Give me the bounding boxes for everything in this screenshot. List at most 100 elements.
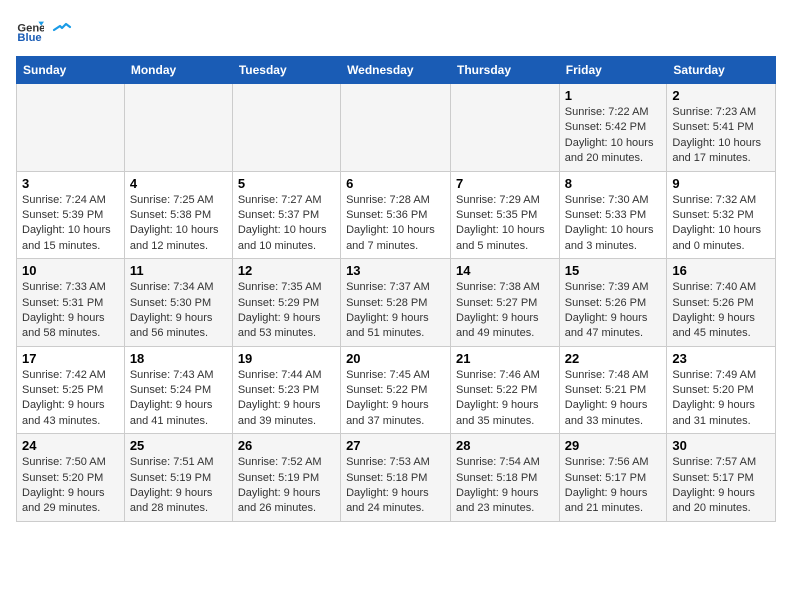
week-row-2: 3Sunrise: 7:24 AMSunset: 5:39 PMDaylight… bbox=[17, 171, 776, 259]
day-number: 28 bbox=[456, 438, 554, 453]
day-info: Sunrise: 7:56 AMSunset: 5:17 PMDaylight:… bbox=[565, 455, 662, 517]
calendar-cell: 6 Sunrise: 7:28 AMSunset: 5:36 PMDaylight… bbox=[341, 171, 451, 259]
header-wednesday: Wednesday bbox=[341, 57, 451, 84]
calendar-cell: 3Sunrise: 7:24 AMSunset: 5:39 PMDaylight… bbox=[17, 171, 125, 259]
calendar-cell bbox=[17, 84, 125, 172]
header-tuesday: Tuesday bbox=[232, 57, 340, 84]
day-number: 8 bbox=[565, 176, 662, 191]
day-number: 26 bbox=[238, 438, 335, 453]
day-info: Sunrise: 7:54 AMSunset: 5:18 PMDaylight:… bbox=[456, 455, 554, 517]
week-row-1: 1 Sunrise: 7:22 AMSunset: 5:42 PMDaylight… bbox=[17, 84, 776, 172]
header-monday: Monday bbox=[124, 57, 232, 84]
svg-text:Blue: Blue bbox=[17, 32, 41, 44]
calendar-cell bbox=[341, 84, 451, 172]
day-number: 18 bbox=[130, 351, 227, 366]
week-row-4: 17 Sunrise: 7:42 AMSunset: 5:25 PMDayligh… bbox=[17, 346, 776, 434]
day-number: 13 bbox=[346, 263, 445, 278]
day-number: 24 bbox=[22, 438, 119, 453]
calendar-cell: 1 Sunrise: 7:22 AMSunset: 5:42 PMDaylight… bbox=[559, 84, 667, 172]
day-info: Sunrise: 7:49 AMSunset: 5:20 PMDaylight:… bbox=[672, 368, 770, 430]
day-info: Sunrise: 7:23 AMSunset: 5:41 PMDaylight:… bbox=[672, 105, 770, 167]
day-number: 17 bbox=[22, 351, 119, 366]
calendar-cell: 29 Sunrise: 7:56 AMSunset: 5:17 PMDayligh… bbox=[559, 434, 667, 522]
calendar-cell: 4Sunrise: 7:25 AMSunset: 5:38 PMDaylight… bbox=[124, 171, 232, 259]
day-info: Sunrise: 7:39 AMSunset: 5:26 PMDaylight:… bbox=[565, 280, 662, 342]
day-info: Sunrise: 7:37 AMSunset: 5:28 PMDaylight:… bbox=[346, 280, 445, 342]
day-info: Sunrise: 7:33 AMSunset: 5:31 PMDaylight:… bbox=[22, 280, 119, 342]
calendar-cell: 2 Sunrise: 7:23 AMSunset: 5:41 PMDaylight… bbox=[667, 84, 776, 172]
calendar-cell: 20 Sunrise: 7:45 AMSunset: 5:22 PMDayligh… bbox=[341, 346, 451, 434]
calendar-cell bbox=[451, 84, 560, 172]
calendar-cell: 15 Sunrise: 7:39 AMSunset: 5:26 PMDayligh… bbox=[559, 259, 667, 347]
day-number: 1 bbox=[565, 88, 662, 103]
calendar-cell: 26Sunrise: 7:52 AMSunset: 5:19 PMDayligh… bbox=[232, 434, 340, 522]
calendar-header-row: SundayMondayTuesdayWednesdayThursdayFrid… bbox=[17, 57, 776, 84]
calendar-cell: 17 Sunrise: 7:42 AMSunset: 5:25 PMDayligh… bbox=[17, 346, 125, 434]
calendar-cell: 11 Sunrise: 7:34 AMSunset: 5:30 PMDayligh… bbox=[124, 259, 232, 347]
day-number: 15 bbox=[565, 263, 662, 278]
day-number: 11 bbox=[130, 263, 227, 278]
day-info: Sunrise: 7:24 AMSunset: 5:39 PMDaylight:… bbox=[22, 193, 119, 255]
calendar-table: SundayMondayTuesdayWednesdayThursdayFrid… bbox=[16, 56, 776, 522]
calendar-cell: 21Sunrise: 7:46 AMSunset: 5:22 PMDayligh… bbox=[451, 346, 560, 434]
week-row-5: 24Sunrise: 7:50 AMSunset: 5:20 PMDayligh… bbox=[17, 434, 776, 522]
day-number: 6 bbox=[346, 176, 445, 191]
day-number: 20 bbox=[346, 351, 445, 366]
calendar-cell: 8 Sunrise: 7:30 AMSunset: 5:33 PMDaylight… bbox=[559, 171, 667, 259]
header-sunday: Sunday bbox=[17, 57, 125, 84]
calendar-cell: 24Sunrise: 7:50 AMSunset: 5:20 PMDayligh… bbox=[17, 434, 125, 522]
day-info: Sunrise: 7:28 AMSunset: 5:36 PMDaylight:… bbox=[346, 193, 445, 255]
logo: General Blue bbox=[16, 16, 72, 44]
calendar-cell: 23 Sunrise: 7:49 AMSunset: 5:20 PMDayligh… bbox=[667, 346, 776, 434]
day-number: 10 bbox=[22, 263, 119, 278]
calendar-cell: 16 Sunrise: 7:40 AMSunset: 5:26 PMDayligh… bbox=[667, 259, 776, 347]
logo-icon: General Blue bbox=[16, 16, 44, 44]
calendar-cell: 10 Sunrise: 7:33 AMSunset: 5:31 PMDayligh… bbox=[17, 259, 125, 347]
calendar-cell bbox=[232, 84, 340, 172]
day-number: 23 bbox=[672, 351, 770, 366]
header-saturday: Saturday bbox=[667, 57, 776, 84]
day-number: 25 bbox=[130, 438, 227, 453]
day-number: 19 bbox=[238, 351, 335, 366]
day-info: Sunrise: 7:45 AMSunset: 5:22 PMDaylight:… bbox=[346, 368, 445, 430]
calendar-cell: 12 Sunrise: 7:35 AMSunset: 5:29 PMDayligh… bbox=[232, 259, 340, 347]
day-info: Sunrise: 7:44 AMSunset: 5:23 PMDaylight:… bbox=[238, 368, 335, 430]
day-info: Sunrise: 7:43 AMSunset: 5:24 PMDaylight:… bbox=[130, 368, 227, 430]
calendar-cell: 22Sunrise: 7:48 AMSunset: 5:21 PMDayligh… bbox=[559, 346, 667, 434]
page-header: General Blue bbox=[16, 16, 776, 44]
calendar-cell bbox=[124, 84, 232, 172]
calendar-cell: 27Sunrise: 7:53 AMSunset: 5:18 PMDayligh… bbox=[341, 434, 451, 522]
day-number: 12 bbox=[238, 263, 335, 278]
day-number: 7 bbox=[456, 176, 554, 191]
day-number: 29 bbox=[565, 438, 662, 453]
day-info: Sunrise: 7:25 AMSunset: 5:38 PMDaylight:… bbox=[130, 193, 227, 255]
header-thursday: Thursday bbox=[451, 57, 560, 84]
calendar-cell: 19 Sunrise: 7:44 AMSunset: 5:23 PMDayligh… bbox=[232, 346, 340, 434]
calendar-cell: 18 Sunrise: 7:43 AMSunset: 5:24 PMDayligh… bbox=[124, 346, 232, 434]
day-info: Sunrise: 7:29 AMSunset: 5:35 PMDaylight:… bbox=[456, 193, 554, 255]
day-number: 5 bbox=[238, 176, 335, 191]
day-number: 9 bbox=[672, 176, 770, 191]
day-number: 2 bbox=[672, 88, 770, 103]
logo-bird-icon bbox=[52, 20, 72, 40]
day-info: Sunrise: 7:34 AMSunset: 5:30 PMDaylight:… bbox=[130, 280, 227, 342]
day-info: Sunrise: 7:35 AMSunset: 5:29 PMDaylight:… bbox=[238, 280, 335, 342]
day-info: Sunrise: 7:51 AMSunset: 5:19 PMDaylight:… bbox=[130, 455, 227, 517]
calendar-cell: 14 Sunrise: 7:38 AMSunset: 5:27 PMDayligh… bbox=[451, 259, 560, 347]
day-info: Sunrise: 7:22 AMSunset: 5:42 PMDaylight:… bbox=[565, 105, 662, 167]
day-info: Sunrise: 7:38 AMSunset: 5:27 PMDaylight:… bbox=[456, 280, 554, 342]
calendar-cell: 25 Sunrise: 7:51 AMSunset: 5:19 PMDayligh… bbox=[124, 434, 232, 522]
calendar-cell: 13 Sunrise: 7:37 AMSunset: 5:28 PMDayligh… bbox=[341, 259, 451, 347]
calendar-cell: 30Sunrise: 7:57 AMSunset: 5:17 PMDayligh… bbox=[667, 434, 776, 522]
day-info: Sunrise: 7:40 AMSunset: 5:26 PMDaylight:… bbox=[672, 280, 770, 342]
day-number: 14 bbox=[456, 263, 554, 278]
day-info: Sunrise: 7:32 AMSunset: 5:32 PMDaylight:… bbox=[672, 193, 770, 255]
week-row-3: 10 Sunrise: 7:33 AMSunset: 5:31 PMDayligh… bbox=[17, 259, 776, 347]
day-info: Sunrise: 7:42 AMSunset: 5:25 PMDaylight:… bbox=[22, 368, 119, 430]
day-info: Sunrise: 7:27 AMSunset: 5:37 PMDaylight:… bbox=[238, 193, 335, 255]
day-number: 22 bbox=[565, 351, 662, 366]
day-number: 16 bbox=[672, 263, 770, 278]
day-info: Sunrise: 7:30 AMSunset: 5:33 PMDaylight:… bbox=[565, 193, 662, 255]
day-number: 30 bbox=[672, 438, 770, 453]
day-info: Sunrise: 7:53 AMSunset: 5:18 PMDaylight:… bbox=[346, 455, 445, 517]
